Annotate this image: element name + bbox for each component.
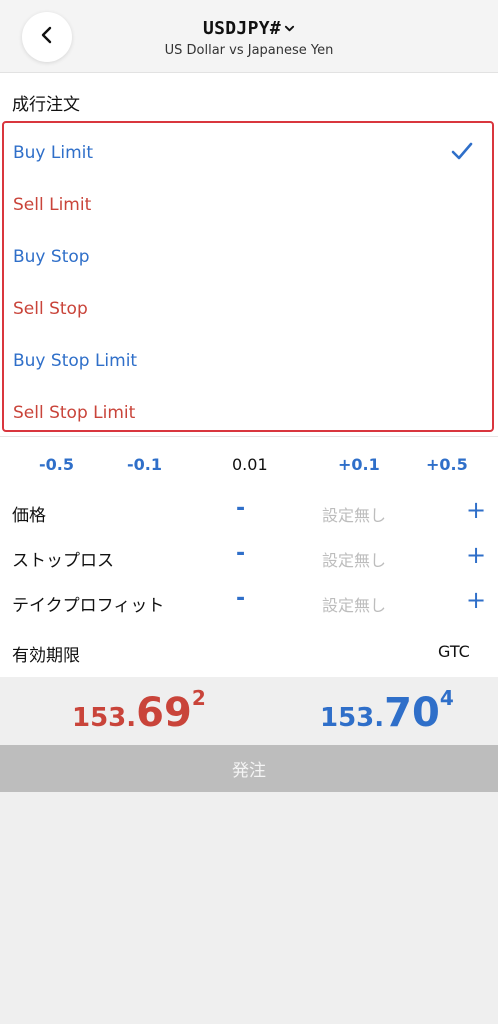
header: USDJPY# US Dollar vs Japanese Yen [0, 0, 498, 73]
stop-loss-plus-button[interactable]: + [466, 541, 486, 569]
symbol-title: USDJPY# [203, 18, 281, 39]
price-input[interactable]: 設定無し [322, 502, 386, 526]
order-type-sell-limit[interactable]: Sell Limit [13, 195, 91, 215]
order-type-buy-stop[interactable]: Buy Stop [13, 247, 90, 267]
take-profit-input[interactable]: 設定無し [322, 592, 386, 616]
check-icon [450, 139, 474, 167]
order-type-buy-stop-limit[interactable]: Buy Stop Limit [13, 351, 137, 371]
bid-price-prefix: 153. [72, 703, 137, 733]
bid-price-pip: 2 [191, 686, 206, 710]
expiry-label: 有効期限 [12, 646, 80, 666]
stop-loss-label: ストップロス [12, 551, 114, 571]
order-type-sell-stop-limit[interactable]: Sell Stop Limit [13, 403, 135, 423]
stop-loss-input[interactable]: 設定無し [322, 547, 386, 571]
ask-price-pip: 4 [439, 686, 454, 710]
chevron-down-icon [284, 19, 295, 38]
volume-plus-0-5-button[interactable]: +0.5 [426, 455, 468, 474]
volume-minus-0-5-button[interactable]: -0.5 [39, 455, 74, 474]
ask-price-prefix: 153. [320, 703, 385, 733]
order-type-title: 成行注文 [12, 95, 80, 115]
expiry-value[interactable]: GTC [438, 642, 470, 661]
price-minus-button[interactable]: - [236, 496, 245, 521]
ask-price-main: 70 [384, 690, 440, 736]
bid-price-main: 69 [136, 690, 192, 736]
volume-plus-0-1-button[interactable]: +0.1 [338, 455, 380, 474]
symbol-subtitle: US Dollar vs Japanese Yen [164, 43, 334, 58]
stop-loss-minus-button[interactable]: - [236, 541, 245, 566]
order-type-dropdown: Buy Limit Sell Limit Buy Stop Sell Stop … [2, 121, 494, 432]
order-type-sell-stop[interactable]: Sell Stop [13, 299, 88, 319]
divider [0, 436, 498, 437]
take-profit-plus-button[interactable]: + [466, 586, 486, 614]
price-plus-button[interactable]: + [466, 496, 486, 524]
place-order-button[interactable]: 発注 [0, 745, 498, 792]
take-profit-minus-button[interactable]: - [236, 586, 245, 611]
price-label: 価格 [12, 506, 46, 526]
order-type-buy-limit[interactable]: Buy Limit [13, 143, 93, 163]
volume-value[interactable]: 0.01 [232, 455, 268, 474]
symbol-selector[interactable]: USDJPY# [203, 18, 295, 39]
bid-price: 153.692 [72, 686, 206, 736]
take-profit-label: テイクプロフィット [12, 596, 165, 616]
volume-minus-0-1-button[interactable]: -0.1 [127, 455, 162, 474]
ask-price: 153.704 [320, 686, 454, 736]
